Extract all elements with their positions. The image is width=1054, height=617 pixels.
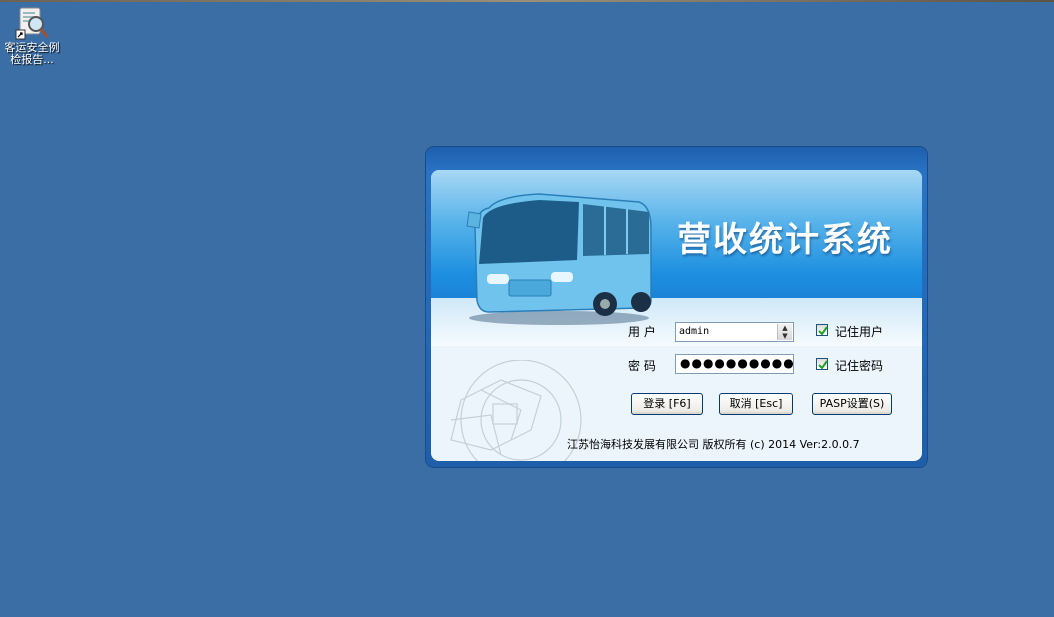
login-dialog: 营收统计系统 用 户 admin ▲▼ 记住用户 密 码 ●●●●●●●●●● <box>426 147 927 467</box>
remember-password-checkbox[interactable] <box>816 358 828 370</box>
checkmark-icon <box>818 326 828 336</box>
username-combo[interactable]: admin ▲ ▼ <box>675 322 794 342</box>
password-value: ●●●●●●●●●● <box>680 356 795 370</box>
pasp-settings-button[interactable]: PASP设置(S) <box>812 393 892 415</box>
combo-spinner-icon[interactable]: ▲ ▼ <box>777 324 792 340</box>
document-search-icon <box>14 6 50 42</box>
cancel-button[interactable]: 取消 [Esc] <box>719 393 793 415</box>
username-label: 用 户 <box>628 325 656 339</box>
password-label: 密 码 <box>628 359 656 373</box>
checkmark-icon <box>818 360 828 370</box>
app-title: 营收统计系统 <box>677 220 893 260</box>
password-field[interactable]: ●●●●●●●●●● <box>675 354 794 374</box>
remember-user-label[interactable]: 记住用户 <box>835 323 883 340</box>
remember-password-label[interactable]: 记住密码 <box>835 357 883 374</box>
desktop-shortcut-inspection-report[interactable]: 客运安全例 检报告... <box>0 6 64 66</box>
desktop-shortcut-label-2: 检报告... <box>10 53 54 66</box>
remember-user-checkbox[interactable] <box>816 324 828 336</box>
copyright-footer: 江苏怡海科技发展有限公司 版权所有 (c) 2014 Ver:2.0.0.7 <box>567 438 860 451</box>
login-button[interactable]: 登录 [F6] <box>631 393 703 415</box>
bus-illustration <box>466 193 652 325</box>
top-edge <box>0 0 1054 2</box>
username-value: admin <box>679 326 710 337</box>
login-panel: 营收统计系统 用 户 admin ▲▼ 记住用户 密 码 ●●●●●●●●●● <box>431 170 922 461</box>
